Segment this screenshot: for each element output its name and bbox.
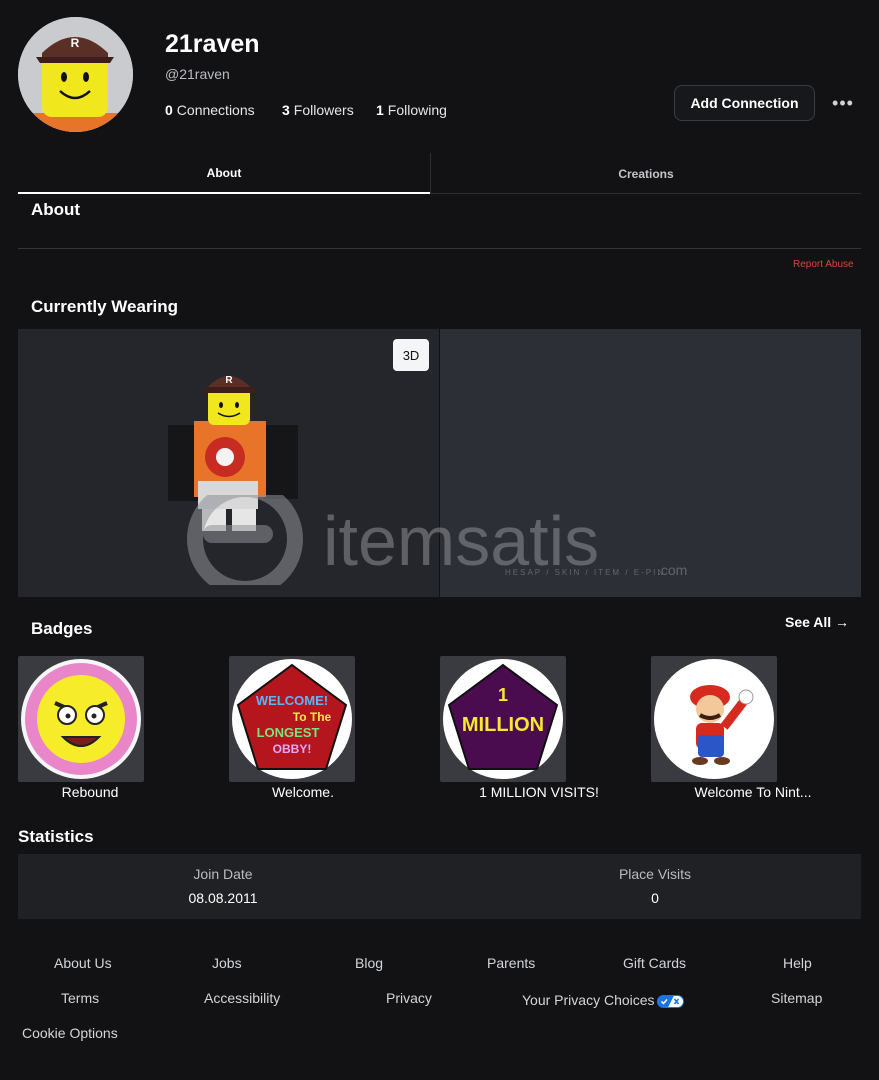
svg-text:.com: .com	[657, 562, 687, 578]
place-visits-label: Place Visits	[618, 866, 692, 882]
followers-stat[interactable]: 3 Followers	[282, 102, 354, 118]
footer-link-parents[interactable]: Parents	[487, 955, 535, 971]
tab-creations[interactable]: Creations	[430, 153, 861, 194]
badge-rebound[interactable]	[18, 656, 144, 782]
svg-text:LONGEST: LONGEST	[257, 725, 320, 740]
footer-link-gift-cards[interactable]: Gift Cards	[623, 955, 686, 971]
following-stat[interactable]: 1 Following	[376, 102, 447, 118]
rebound-badge-image	[21, 659, 141, 779]
about-divider	[18, 248, 861, 249]
svg-text:WELCOME!: WELCOME!	[256, 693, 328, 708]
followers-count: 3	[282, 102, 290, 118]
username: @21raven	[165, 66, 230, 82]
svg-text:HESAP / SKIN / ITEM / E-PIN: HESAP / SKIN / ITEM / E-PIN	[505, 568, 665, 577]
following-label: Following	[387, 102, 447, 118]
privacy-choices-label: Your Privacy Choices	[522, 992, 655, 1008]
badges-heading: Badges	[31, 619, 93, 638]
report-abuse-link[interactable]: Report Abuse	[793, 259, 854, 270]
privacy-choices-icon	[656, 994, 684, 1008]
welcome-badge-image: WELCOME! To The LONGEST OBBY!	[232, 659, 352, 779]
statistics-heading: Statistics	[18, 827, 94, 846]
svg-text:R: R	[71, 36, 80, 50]
badge-label-million[interactable]: 1 MILLION VISITS!	[454, 784, 624, 800]
connections-label: Connections	[176, 102, 255, 118]
footer-link-blog[interactable]: Blog	[355, 955, 383, 971]
mario-badge-image	[654, 659, 774, 779]
footer-link-sitemap[interactable]: Sitemap	[771, 990, 822, 1006]
add-connection-button[interactable]: Add Connection	[674, 85, 815, 121]
following-count: 1	[376, 102, 384, 118]
badge-1-million-visits[interactable]: 1 MILLION	[440, 656, 566, 782]
join-date-label: Join Date	[193, 866, 253, 882]
svg-text:1: 1	[498, 685, 508, 705]
footer-link-privacy[interactable]: Privacy	[386, 990, 432, 1006]
more-options-icon[interactable]: •••	[826, 90, 860, 116]
followers-label: Followers	[293, 102, 354, 118]
watermark-logo: itemsatis HESAP / SKIN / ITEM / E-PIN .c…	[183, 481, 703, 597]
badge-label-nintendo[interactable]: Welcome To Nint...	[668, 784, 838, 800]
join-date-value: 08.08.2011	[188, 890, 258, 906]
footer-link-terms[interactable]: Terms	[61, 990, 99, 1006]
view-3d-button[interactable]: 3D	[393, 339, 429, 371]
badge-welcome-to-nintendo[interactable]	[651, 656, 777, 782]
footer-link-about-us[interactable]: About Us	[54, 955, 112, 971]
footer-link-jobs[interactable]: Jobs	[212, 955, 242, 971]
avatar-headshot-image: R	[18, 17, 133, 132]
currently-wearing-heading: Currently Wearing	[31, 297, 179, 316]
svg-text:MILLION: MILLION	[462, 714, 544, 736]
connections-count: 0	[165, 102, 173, 118]
footer-link-cookie-options[interactable]: Cookie Options	[22, 1025, 118, 1041]
footer-link-privacy-choices[interactable]: Your Privacy Choices	[522, 992, 684, 1008]
display-name: 21raven	[165, 30, 260, 58]
footer-link-help[interactable]: Help	[783, 955, 812, 971]
badge-label-welcome[interactable]: Welcome.	[218, 784, 388, 800]
million-visits-badge-image: 1 MILLION	[443, 659, 563, 779]
avatar[interactable]: R	[18, 17, 133, 132]
statistics-panel	[18, 854, 861, 919]
badge-label-rebound[interactable]: Rebound	[5, 784, 175, 800]
svg-text:To The: To The	[293, 710, 332, 724]
footer-link-accessibility[interactable]: Accessibility	[204, 990, 280, 1006]
place-visits-value: 0	[651, 890, 659, 906]
see-all-badges-link[interactable]: See All →	[785, 614, 849, 630]
about-heading: About	[31, 200, 81, 219]
tab-about[interactable]: About	[18, 153, 430, 194]
svg-text:OBBY!: OBBY!	[273, 742, 312, 756]
svg-text:R: R	[225, 375, 233, 386]
connections-stat[interactable]: 0 Connections	[165, 102, 255, 118]
badge-welcome[interactable]: WELCOME! To The LONGEST OBBY!	[229, 656, 355, 782]
